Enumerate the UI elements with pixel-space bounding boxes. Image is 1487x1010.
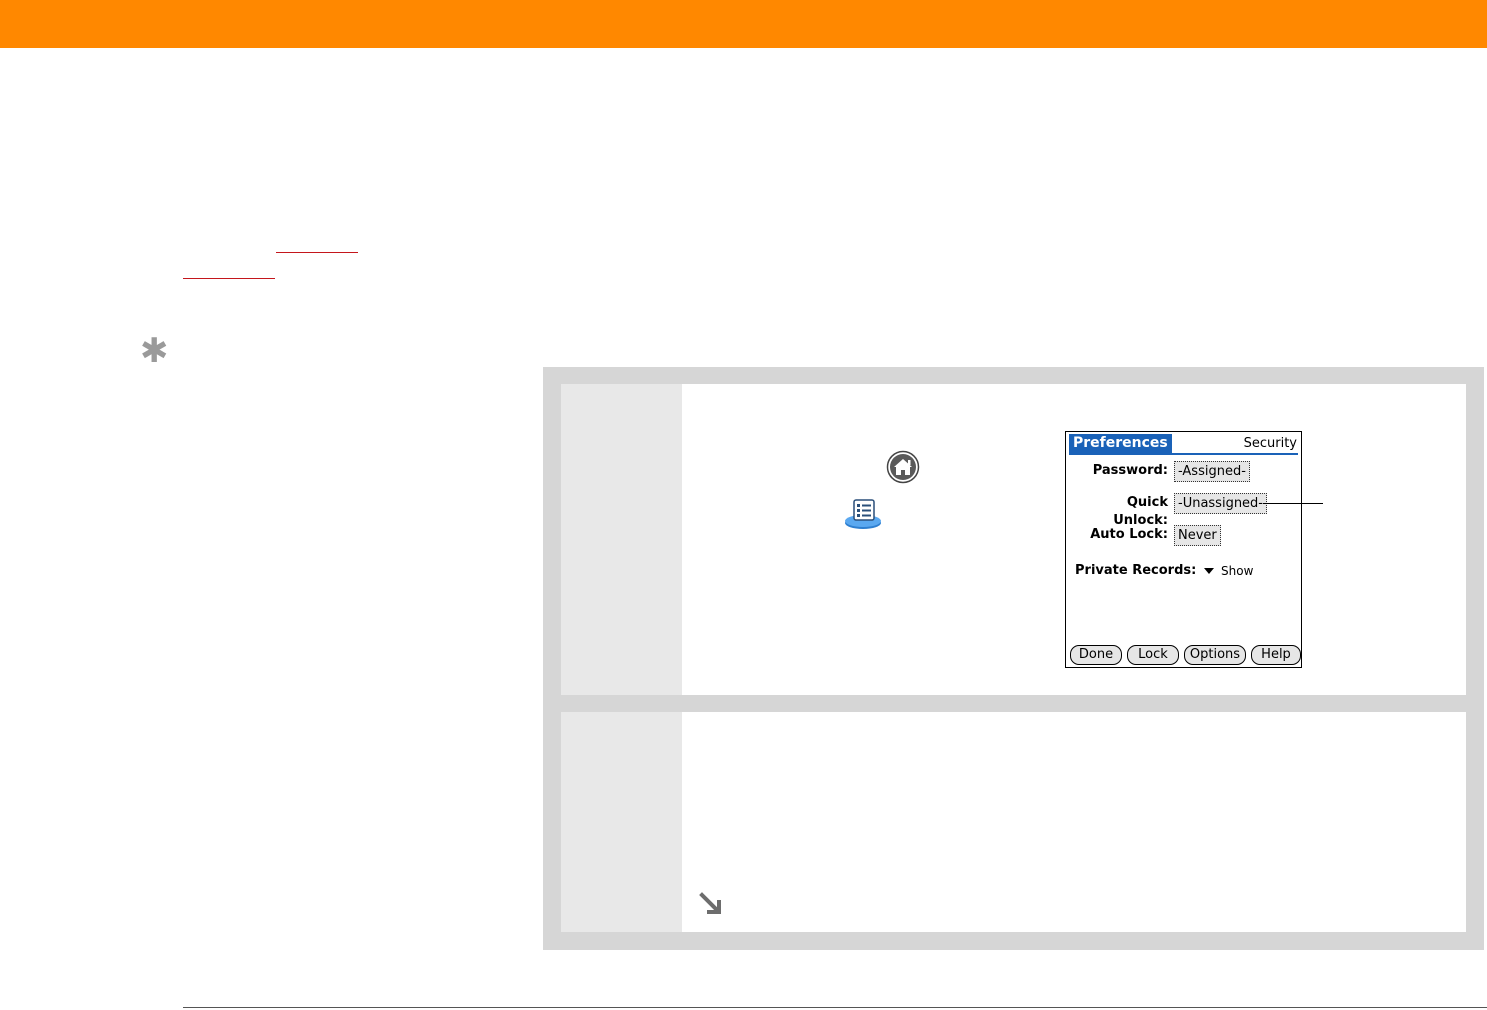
quick-unlock-label: Quick Unlock:: [1113, 495, 1168, 528]
sidebar-link[interactable]: [276, 252, 358, 253]
dropdown-arrow-icon[interactable]: [1204, 568, 1214, 574]
password-field[interactable]: -Assigned-: [1174, 461, 1250, 482]
auto-lock-field[interactable]: Never: [1174, 525, 1221, 546]
quick-unlock-field[interactable]: -Unassigned-: [1174, 493, 1268, 514]
header-bar: [0, 0, 1487, 48]
step-number-cell: [561, 384, 682, 695]
asterisk-tip-icon: ✱: [140, 331, 169, 371]
footer-rule: [183, 1007, 1487, 1008]
options-button[interactable]: Options: [1184, 645, 1246, 665]
lock-button[interactable]: Lock: [1127, 645, 1179, 665]
sidebar-link[interactable]: [183, 278, 275, 279]
auto-lock-label: Auto Lock:: [1090, 527, 1168, 542]
step-2: [561, 712, 1466, 932]
private-records-value[interactable]: Show: [1221, 562, 1253, 580]
palm-security-screen: Preferences Security Password: -Assigned…: [1065, 431, 1302, 668]
step-1: [561, 384, 1466, 695]
steps-panel: [543, 367, 1484, 950]
password-label: Password:: [1092, 463, 1168, 478]
private-records-label: Private Records:: [1075, 563, 1197, 578]
palm-title-rule: [1069, 453, 1298, 455]
arrow-down-right-icon: [699, 892, 721, 914]
done-button[interactable]: Done: [1070, 645, 1122, 665]
prefs-app-icon: [845, 499, 881, 529]
step-number-cell: [561, 712, 682, 932]
home-icon: [886, 450, 920, 484]
callout-line: [1263, 503, 1323, 504]
palm-section-name: Security: [1243, 436, 1297, 451]
palm-title: Preferences: [1069, 434, 1172, 453]
help-button[interactable]: Help: [1251, 645, 1301, 665]
